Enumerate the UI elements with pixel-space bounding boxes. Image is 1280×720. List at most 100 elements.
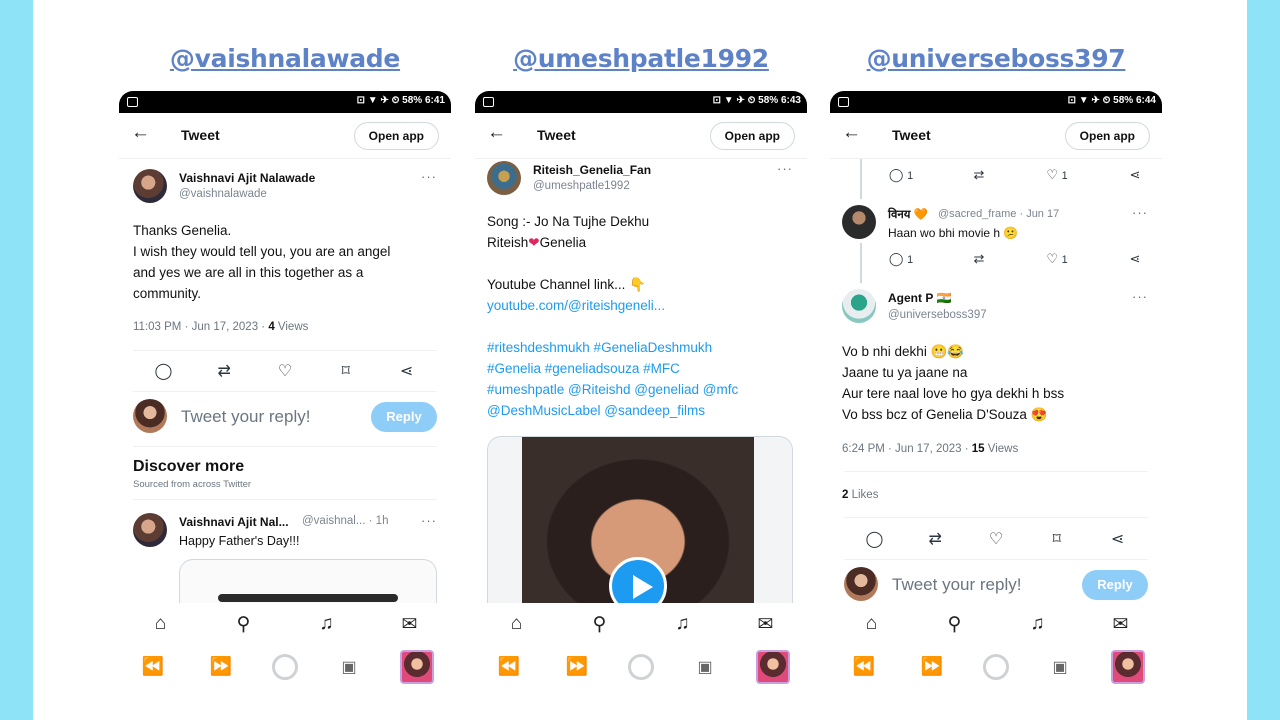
reply-icon[interactable]: ◯ 1 bbox=[886, 167, 916, 183]
like-icon[interactable]: ♡ bbox=[270, 361, 300, 381]
status-right: ⊡ ▼ ✈ ⏲ 58% 6:44 bbox=[1067, 95, 1156, 106]
author-name[interactable]: Riteish_Genelia_Fan bbox=[533, 163, 651, 177]
forward-icon[interactable]: ⏩ bbox=[204, 656, 238, 677]
back-arrow-icon[interactable]: ← bbox=[487, 122, 506, 144]
likes-label: Likes bbox=[848, 489, 879, 501]
author-name[interactable]: Vaishnavi Ajit Nalawade bbox=[179, 171, 315, 185]
rewind-icon[interactable]: ⏪ bbox=[492, 656, 526, 677]
discover-subtitle: Sourced from across Twitter bbox=[133, 479, 252, 490]
discover-item-text: Happy Father's Day!!! bbox=[179, 534, 300, 548]
like-icon[interactable]: ♡ bbox=[981, 529, 1011, 549]
bookmark-icon[interactable]: ⌑ bbox=[1042, 529, 1072, 549]
messages-icon[interactable]: ✉ bbox=[746, 613, 786, 636]
tabs-icon[interactable]: ▣ bbox=[332, 657, 366, 677]
share-icon[interactable]: ⋖ bbox=[1103, 529, 1133, 549]
header-title: Tweet bbox=[537, 127, 576, 143]
loading-icon bbox=[628, 653, 654, 680]
reply-button[interactable]: Reply bbox=[371, 402, 437, 432]
tabs-icon[interactable]: ▣ bbox=[688, 657, 722, 677]
share-icon[interactable]: ⋖ bbox=[1120, 251, 1150, 267]
tabs-icon[interactable]: ▣ bbox=[1043, 657, 1077, 677]
avatar[interactable] bbox=[842, 289, 876, 323]
profile-thumbnail[interactable] bbox=[400, 649, 434, 684]
discover-title: Discover more bbox=[133, 458, 245, 475]
reply-input[interactable]: Tweet your reply! bbox=[181, 407, 310, 427]
open-app-button[interactable]: Open app bbox=[1064, 122, 1150, 150]
hashtag-line[interactable]: #Genelia #geneliadsouza #MFC bbox=[487, 358, 738, 379]
search-icon[interactable]: ⚲ bbox=[935, 613, 975, 636]
home-icon[interactable]: ⌂ bbox=[141, 613, 181, 635]
reply-button[interactable]: Reply bbox=[1082, 570, 1148, 600]
home-icon[interactable]: ⌂ bbox=[497, 613, 537, 635]
more-options-icon[interactable]: ··· bbox=[421, 513, 437, 528]
retweet-icon[interactable]: ⇄ bbox=[964, 167, 994, 183]
discover-item-handle[interactable]: @vaishnal... · 1h bbox=[302, 515, 388, 527]
more-options-icon[interactable]: ··· bbox=[421, 169, 437, 184]
notifications-icon[interactable]: ♫ bbox=[663, 613, 703, 635]
status-bar: ⊡ ▼ ✈ ⏲ 58% 6:41 bbox=[119, 91, 451, 113]
thread-line bbox=[860, 243, 862, 283]
more-options-icon[interactable]: ··· bbox=[1132, 289, 1148, 304]
retweet-icon[interactable]: ⇄ bbox=[209, 361, 239, 381]
open-app-button[interactable]: Open app bbox=[353, 122, 439, 150]
notifications-icon[interactable]: ♫ bbox=[307, 613, 347, 635]
search-icon[interactable]: ⚲ bbox=[224, 613, 264, 636]
open-app-button[interactable]: Open app bbox=[709, 122, 795, 150]
search-icon[interactable]: ⚲ bbox=[580, 613, 620, 636]
profile-thumbnail[interactable] bbox=[1111, 649, 1145, 684]
hashtag-line[interactable]: #umeshpatle @Riteishd @geneliad @mfc bbox=[487, 379, 738, 400]
back-arrow-icon[interactable]: ← bbox=[131, 122, 150, 144]
tweet-header: ← Tweet Open app bbox=[119, 113, 451, 159]
author-name[interactable]: Agent P 🇮🇳 bbox=[888, 291, 951, 305]
comment-author-handle[interactable]: @sacred_frame · Jun 17 bbox=[938, 208, 1059, 220]
youtube-link[interactable]: youtube.com/@riteishgeneli... bbox=[487, 295, 738, 316]
comment-author-name[interactable]: विनय 🧡 bbox=[888, 207, 928, 222]
avatar[interactable] bbox=[842, 205, 876, 239]
forward-icon[interactable]: ⏩ bbox=[560, 656, 594, 677]
media-image bbox=[218, 594, 398, 602]
author-handle[interactable]: @vaishnalawade bbox=[179, 188, 267, 200]
reply-icon[interactable]: ◯ 1 bbox=[886, 251, 916, 267]
like-icon[interactable]: ♡ 1 bbox=[1042, 167, 1072, 183]
retweet-icon[interactable]: ⇄ bbox=[920, 529, 950, 549]
bookmark-icon[interactable]: ⌑ bbox=[331, 361, 361, 381]
reply-icon[interactable]: ◯ bbox=[148, 361, 178, 381]
rewind-icon[interactable]: ⏪ bbox=[136, 656, 170, 677]
gallery-icon bbox=[127, 97, 138, 107]
tweet-line: Vo bss bcz of Genelia D'Souza 😍 bbox=[842, 407, 1048, 422]
rewind-icon[interactable]: ⏪ bbox=[847, 656, 881, 677]
author-handle[interactable]: @umeshpatle1992 bbox=[533, 180, 630, 192]
discover-item-name[interactable]: Vaishnavi Ajit Nal... bbox=[179, 515, 289, 529]
browser-toolbar: ⏪ ⏩ ▣ bbox=[119, 645, 451, 688]
hashtag-line[interactable]: #riteshdeshmukh #GeneliaDeshmukh bbox=[487, 337, 738, 358]
profile-thumbnail[interactable] bbox=[756, 649, 790, 684]
notifications-icon[interactable]: ♫ bbox=[1018, 613, 1058, 635]
share-icon[interactable]: ⋖ bbox=[1120, 167, 1150, 183]
author-handle[interactable]: @universeboss397 bbox=[888, 309, 987, 321]
avatar[interactable] bbox=[133, 513, 167, 547]
avatar[interactable] bbox=[487, 161, 521, 195]
reply-input[interactable]: Tweet your reply! bbox=[892, 575, 1021, 595]
status-right: ⊡ ▼ ✈ ⏲ 58% 6:43 bbox=[712, 95, 801, 106]
likes-stat[interactable]: 2 Likes bbox=[842, 489, 878, 501]
avatar[interactable] bbox=[133, 169, 167, 203]
reply-icon[interactable]: ◯ bbox=[859, 529, 889, 549]
forward-icon[interactable]: ⏩ bbox=[915, 656, 949, 677]
hashtag-line[interactable]: @DeshMusicLabel @sandeep_films bbox=[487, 400, 738, 421]
share-icon[interactable]: ⋖ bbox=[392, 361, 422, 381]
action-bar: ◯ ⇄ ♡ ⌑ ⋖ bbox=[844, 529, 1148, 549]
panel-umeshpatle1992: @umeshpatle1992 ⊡ ▼ ✈ ⏲ 58% 6:43 ← Tweet… bbox=[475, 0, 807, 720]
back-arrow-icon[interactable]: ← bbox=[842, 122, 861, 144]
retweet-icon[interactable]: ⇄ bbox=[964, 251, 994, 267]
collage-canvas: @vaishnalawade ⊡ ▼ ✈ ⏲ 58% 6:41 ← Tweet … bbox=[33, 0, 1247, 720]
browser-toolbar: ⏪ ⏩ ▣ bbox=[475, 645, 807, 688]
tweet-meta: 6:24 PM · Jun 17, 2023 · 15 Views bbox=[842, 443, 1018, 455]
like-icon[interactable]: ♡ 1 bbox=[1042, 251, 1072, 267]
more-options-icon[interactable]: ··· bbox=[1132, 205, 1148, 220]
more-options-icon[interactable]: ··· bbox=[777, 161, 793, 176]
messages-icon[interactable]: ✉ bbox=[390, 613, 430, 636]
messages-icon[interactable]: ✉ bbox=[1101, 613, 1141, 636]
comment-action-bar: ◯ 1 ⇄ ♡ 1 ⋖ bbox=[886, 251, 1150, 267]
video-card[interactable] bbox=[487, 436, 793, 626]
home-icon[interactable]: ⌂ bbox=[852, 613, 892, 635]
